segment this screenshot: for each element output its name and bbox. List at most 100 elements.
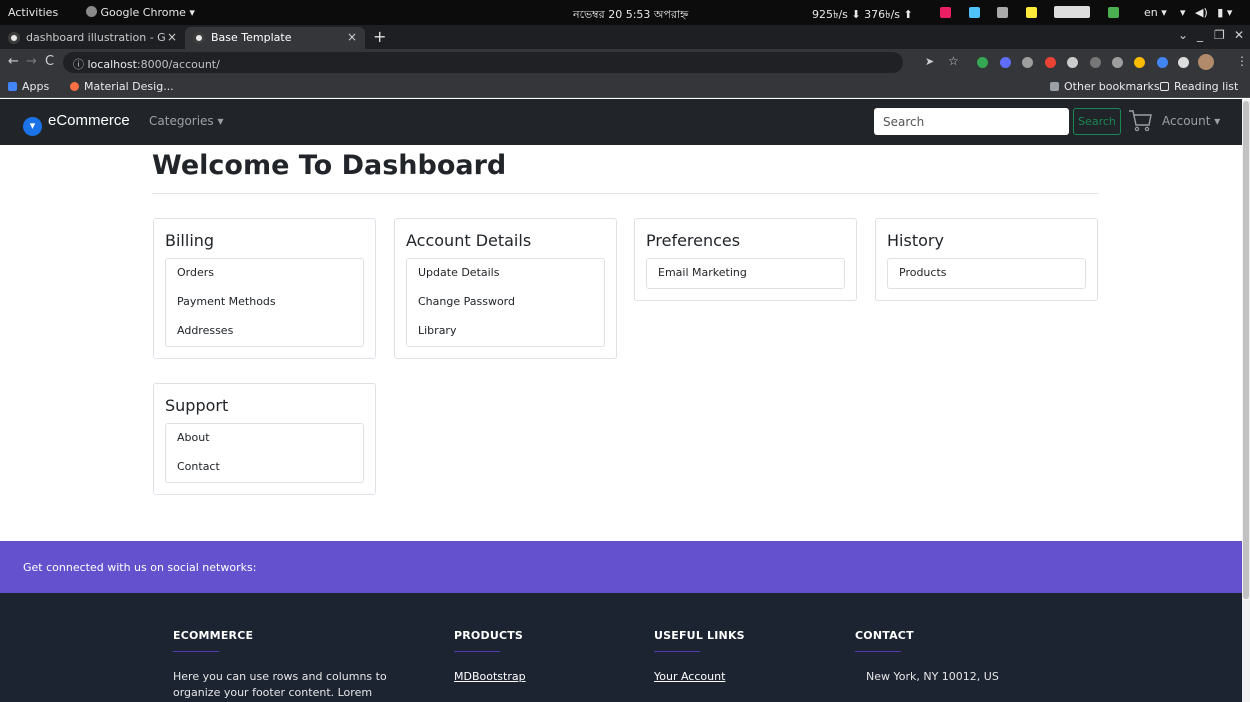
footer-link-mdbootstrap[interactable]: MDBootstrap — [454, 669, 604, 685]
back-icon[interactable]: ← — [8, 54, 19, 69]
card-title: Billing — [165, 231, 215, 250]
page-scrollbar[interactable] — [1242, 99, 1250, 702]
card-title: History — [887, 231, 944, 250]
material-design-icon — [70, 82, 79, 91]
card-support: Support About Contact — [153, 383, 376, 495]
battery-icon: ▮ ▾ — [1217, 6, 1233, 19]
bookmark-label: Apps — [22, 80, 50, 93]
list-item-about[interactable]: About — [166, 424, 363, 453]
site-footer: ECOMMERCE Here you can use rows and colu… — [0, 593, 1242, 702]
bookmark-material-design[interactable]: Material Desig... — [70, 80, 174, 93]
globe-favicon-icon — [193, 32, 205, 44]
new-tab-button[interactable]: + — [373, 27, 386, 46]
brand-link[interactable]: ▾ eCommerce — [23, 112, 130, 136]
tray-app-icon[interactable] — [968, 7, 980, 18]
tray-app-icon[interactable] — [940, 7, 951, 18]
card-account-details: Account Details Update Details Change Pa… — [394, 218, 617, 359]
search-button[interactable]: Search — [1073, 108, 1121, 135]
scrollbar-thumb[interactable] — [1243, 101, 1249, 599]
restore-icon[interactable]: ❐ — [1214, 28, 1225, 42]
browser-toolbar: ← → C ⓘ localhost:8000/account/ ➤ ☆ ⋮ — [0, 49, 1250, 76]
chrome-menu-icon[interactable]: ⋮ — [1236, 54, 1248, 68]
bookmark-other-bookmarks[interactable]: Other bookmarks — [1050, 80, 1160, 93]
browser-tab-strip: dashboard illustration - G × Base Templa… — [0, 25, 1250, 49]
card-title: Support — [165, 396, 229, 415]
url-path: :8000/account/ — [136, 58, 220, 71]
card-title: Account Details — [406, 231, 532, 250]
shopping-logo-icon: ▾ — [23, 117, 42, 136]
clock[interactable]: নভেম্বর 20 5:53 অপরাহ্ন — [573, 6, 688, 25]
forward-icon[interactable]: → — [26, 54, 37, 69]
list-item-payment-methods[interactable]: Payment Methods — [166, 288, 363, 317]
card-preferences: Preferences Email Marketing — [634, 218, 857, 301]
puzzle-extensions-icon[interactable] — [1178, 57, 1189, 68]
list-item-addresses[interactable]: Addresses — [166, 317, 363, 346]
extension-icon[interactable] — [1067, 57, 1078, 68]
reload-icon[interactable]: C — [45, 54, 54, 69]
activities-button[interactable]: Activities — [8, 6, 58, 19]
extension-icon[interactable] — [1157, 57, 1168, 68]
title-divider — [152, 193, 1098, 194]
cart-icon[interactable] — [1128, 108, 1152, 134]
bookmark-label: Other bookmarks — [1064, 80, 1160, 93]
card-list: Orders Payment Methods Addresses — [165, 258, 364, 347]
card-list: Products — [887, 258, 1086, 289]
system-monitor-icon[interactable] — [1054, 6, 1090, 18]
minimize-icon[interactable]: _ — [1197, 28, 1203, 42]
list-item-library[interactable]: Library — [407, 317, 604, 346]
tray-app-icon[interactable] — [997, 7, 1008, 18]
bookmark-reading-list[interactable]: Reading list — [1160, 80, 1238, 93]
tab-base-template[interactable]: Base Template × — [185, 27, 365, 49]
chrome-favicon-icon — [8, 32, 20, 44]
bookmark-star-icon[interactable]: ☆ — [948, 54, 959, 68]
close-window-icon[interactable]: ✕ — [1234, 28, 1244, 42]
info-icon[interactable]: ⓘ — [73, 58, 84, 71]
apps-grid-icon — [8, 82, 17, 91]
tab-dashboard-illustration[interactable]: dashboard illustration - G × — [0, 27, 185, 49]
profile-avatar[interactable] — [1198, 54, 1214, 70]
account-dropdown[interactable]: Account ▾ — [1162, 114, 1220, 128]
list-item-change-password[interactable]: Change Password — [407, 288, 604, 317]
footer-address: New York, NY 10012, US — [866, 670, 999, 683]
chrome-icon — [86, 6, 97, 17]
extension-icon[interactable] — [1022, 57, 1033, 68]
extension-icon[interactable] — [1090, 57, 1101, 68]
tab-search-icon[interactable]: ⌄ — [1178, 28, 1188, 42]
list-item-orders[interactable]: Orders — [166, 259, 363, 288]
extension-icon[interactable] — [1000, 57, 1011, 68]
close-tab-icon[interactable]: × — [347, 30, 357, 44]
list-item-contact[interactable]: Contact — [166, 453, 363, 482]
address-bar[interactable]: ⓘ localhost:8000/account/ — [63, 52, 903, 73]
bookmarks-bar: Apps Material Desig... Other bookmarks R… — [0, 76, 1250, 98]
system-status[interactable]: ▾ ◀) ▮ ▾ — [1180, 6, 1232, 19]
footer-column-products: PRODUCTS MDBootstrap — [454, 629, 604, 685]
close-tab-icon[interactable]: × — [167, 30, 177, 44]
language-indicator[interactable]: en ▾ — [1144, 6, 1167, 19]
footer-heading: USEFUL LINKS — [654, 629, 745, 642]
card-list: Email Marketing — [646, 258, 845, 289]
notes-icon[interactable] — [1025, 7, 1037, 18]
extension-icon[interactable] — [977, 57, 988, 68]
network-speed: 925৳/s ⬇ 376৳/s ⬆ — [812, 8, 913, 21]
footer-heading-rule — [454, 651, 500, 652]
send-icon[interactable]: ➤ — [925, 55, 934, 68]
list-item-products[interactable]: Products — [888, 259, 1085, 288]
footer-link-your-account[interactable]: Your Account — [654, 669, 804, 685]
categories-dropdown[interactable]: Categories ▾ — [149, 114, 224, 128]
app-menu[interactable]: Google Chrome ▾ — [86, 6, 195, 19]
reading-list-icon — [1160, 82, 1169, 91]
tab-title: Base Template — [211, 31, 292, 44]
list-item-update-details[interactable]: Update Details — [407, 259, 604, 288]
os-top-bar: Activities Google Chrome ▾ নভেম্বর 20 5:… — [0, 0, 1250, 25]
wifi-icon: ▾ — [1180, 6, 1186, 19]
extension-icon[interactable] — [1045, 57, 1056, 68]
bookmark-apps[interactable]: Apps — [8, 80, 49, 93]
list-item-email-marketing[interactable]: Email Marketing — [647, 259, 844, 288]
card-title: Preferences — [646, 231, 741, 250]
shield-icon[interactable] — [1107, 7, 1119, 18]
search-input[interactable] — [874, 108, 1069, 135]
footer-heading: CONTACT — [855, 629, 914, 642]
footer-text: Here you can use rows and columns to org… — [173, 670, 387, 699]
extension-icon[interactable] — [1134, 57, 1145, 68]
extension-icon[interactable] — [1112, 57, 1123, 68]
